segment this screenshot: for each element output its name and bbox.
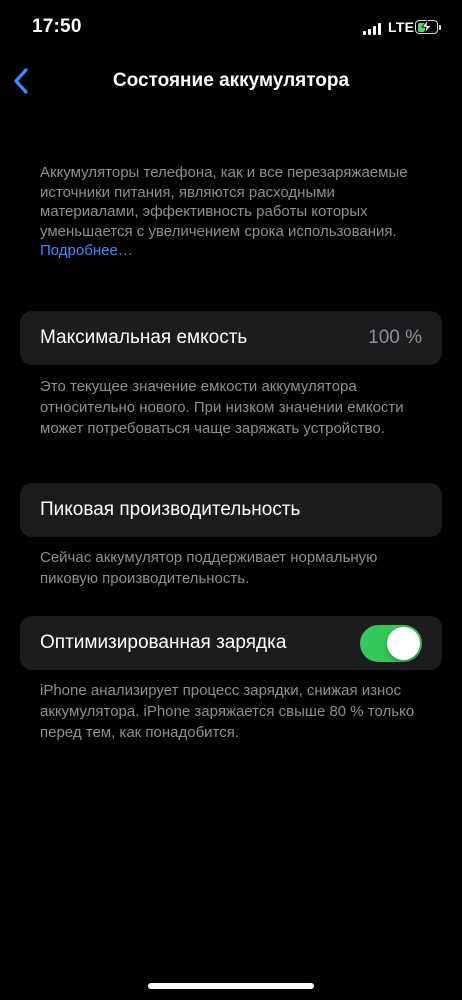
navigation-bar: Состояние аккумулятора — [0, 58, 462, 104]
peak-performance-footer: Сейчас аккумулятор поддерживает нормальн… — [40, 549, 378, 587]
toggle-knob — [387, 627, 420, 660]
charging-bolt-icon — [421, 20, 432, 33]
optimized-charging-row: Оптимизированная зарядка — [20, 616, 442, 670]
battery-cap — [439, 24, 441, 30]
home-indicator[interactable] — [148, 983, 314, 989]
max-capacity-row: Максимальная емкость 100 % — [20, 311, 442, 365]
intro-description: Аккумуляторы телефона, как и все перезар… — [40, 163, 432, 261]
status-time: 17:50 — [32, 16, 82, 37]
max-capacity-label: Максимальная емкость — [40, 327, 248, 348]
network-type-label: LTE — [388, 19, 415, 35]
cellular-signal-icon — [363, 23, 383, 35]
intro-text: Аккумуляторы телефона, как и все перезар… — [40, 164, 408, 240]
status-bar: 17:50 LTE — [0, 0, 462, 56]
optimized-charging-footer: iPhone анализирует процесс зарядки, сниж… — [40, 682, 415, 741]
optimized-charging-toggle[interactable] — [360, 625, 422, 662]
peak-performance-label: Пиковая производительность — [40, 499, 301, 520]
page-title: Состояние аккумулятора — [112, 70, 350, 91]
optimized-charging-label: Оптимизированная зарядка — [40, 632, 287, 653]
learn-more-link[interactable]: Подробнее… — [40, 242, 133, 259]
max-capacity-value: 100 % — [368, 327, 422, 348]
peak-performance-row: Пиковая производительность — [20, 483, 442, 537]
max-capacity-footer: Это текущее значение емкости аккумулятор… — [40, 378, 404, 437]
battery-charging-icon — [415, 20, 441, 34]
